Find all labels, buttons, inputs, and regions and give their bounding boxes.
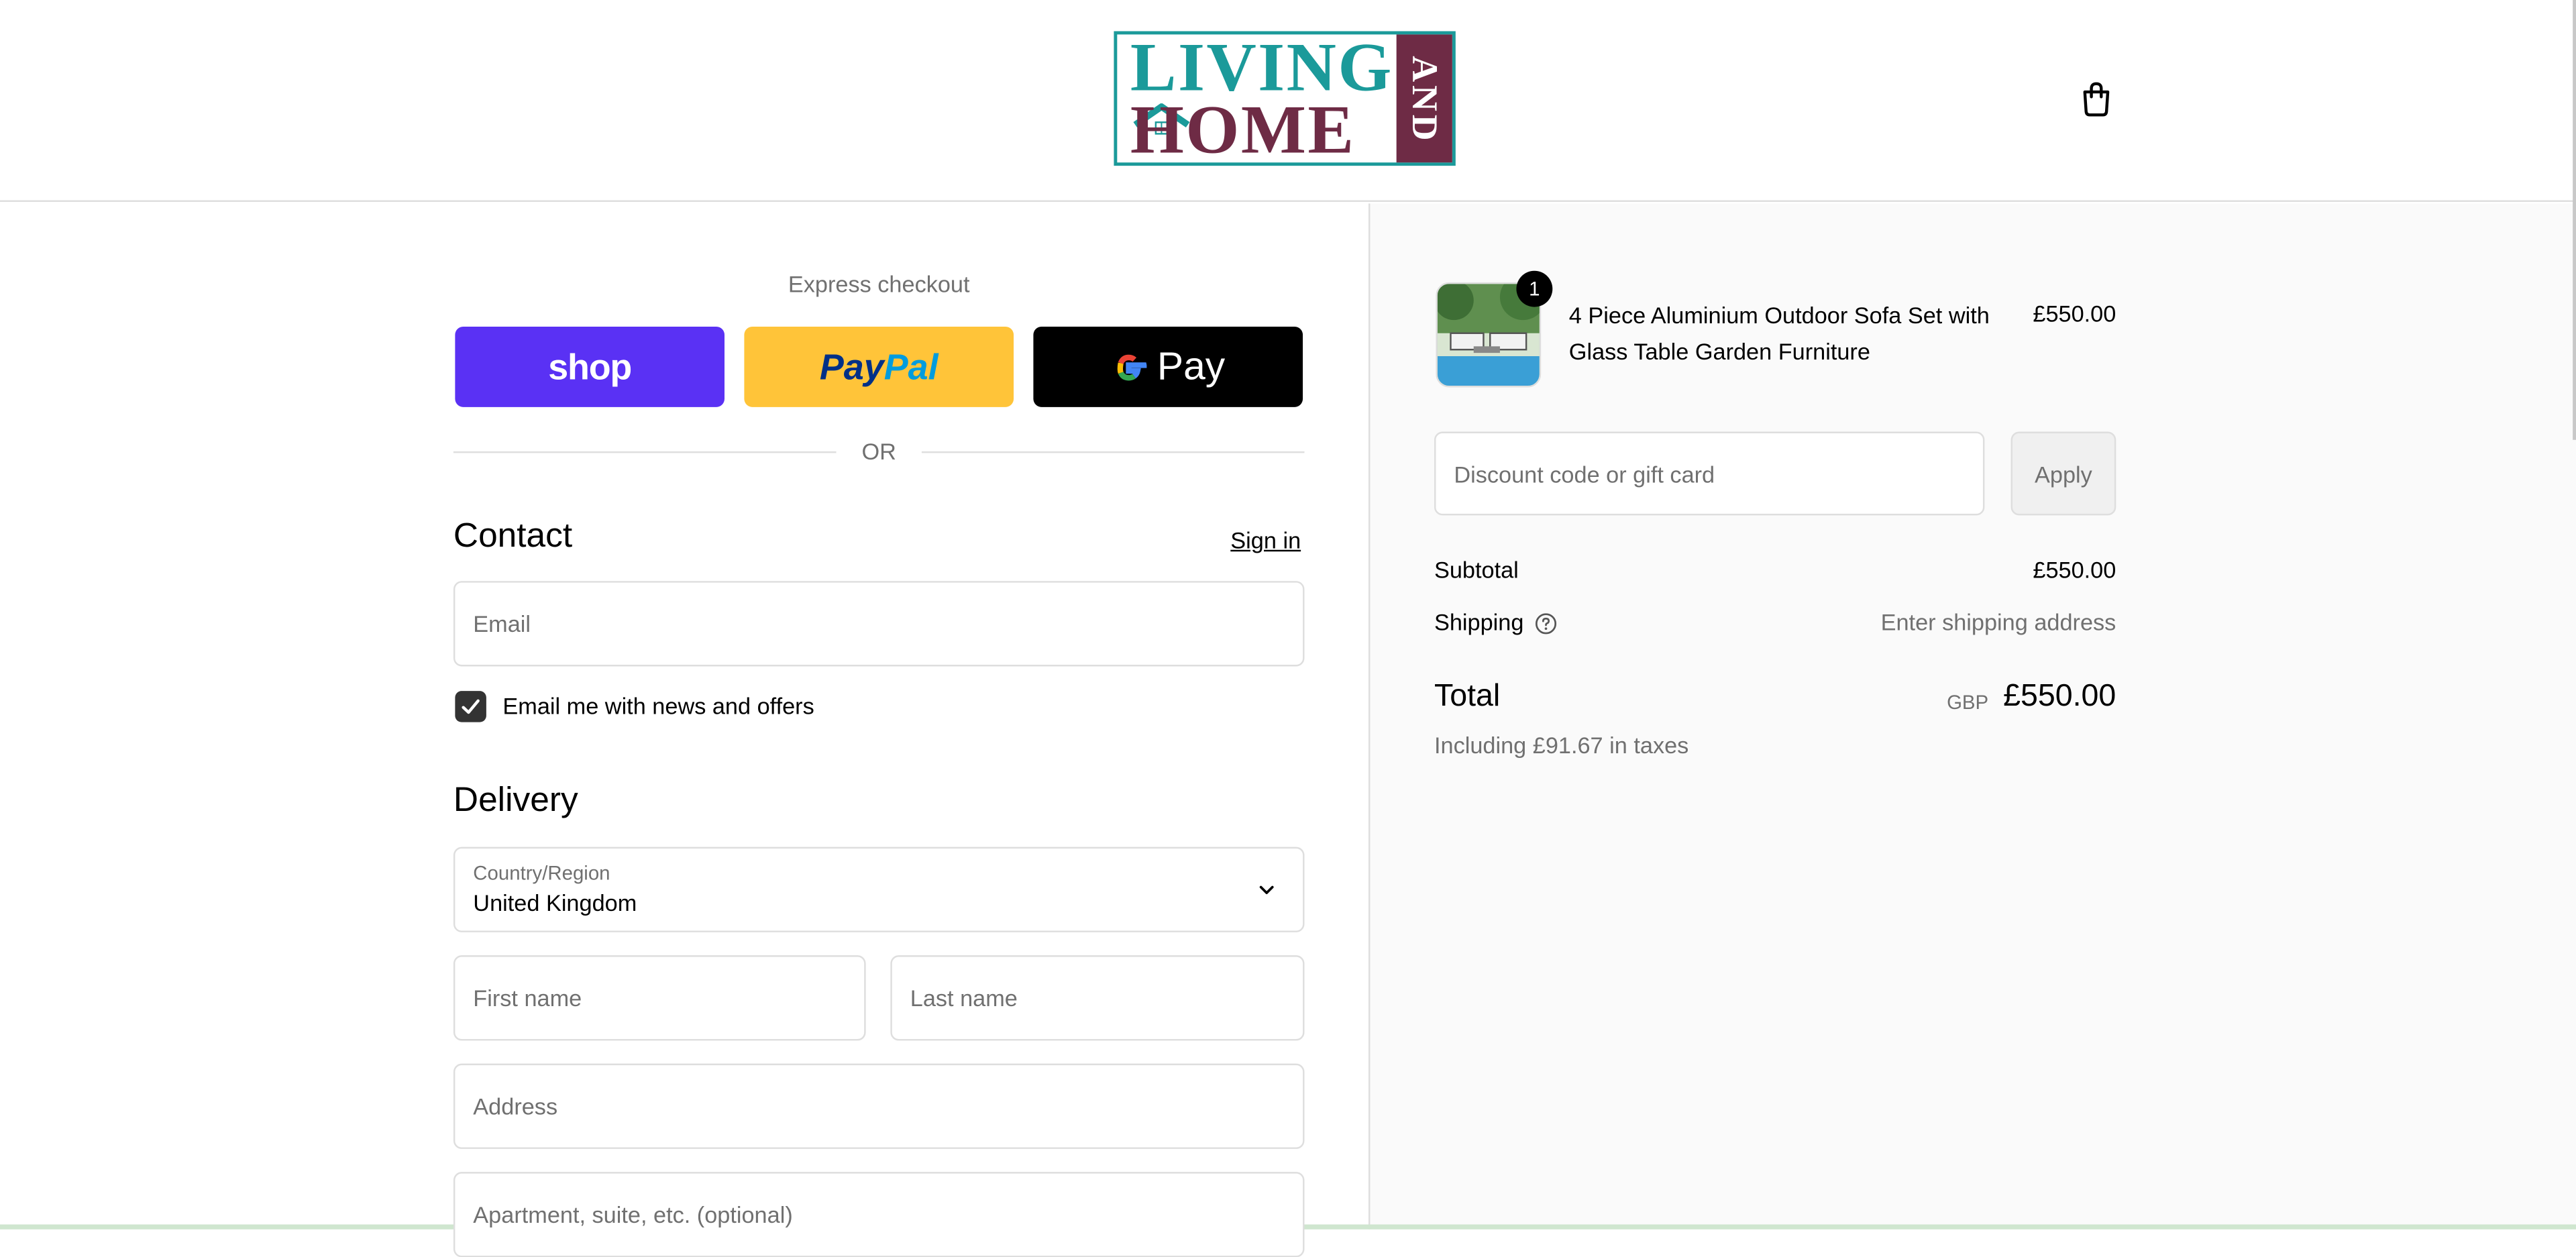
or-divider-left	[453, 451, 837, 453]
express-checkout-title: Express checkout	[788, 270, 970, 297]
tax-note: Including £91.67 in taxes	[1434, 732, 1689, 759]
logo-word-and: AND	[1396, 34, 1452, 163]
google-g-icon	[1118, 353, 1148, 380]
apartment-field[interactable]	[453, 1172, 1305, 1257]
chevron-down-icon	[1259, 885, 1274, 895]
paypal-label-pay: Pay	[819, 345, 884, 387]
discount-code-field[interactable]	[1434, 431, 1985, 516]
first-name-field[interactable]	[453, 955, 866, 1041]
delivery-title: Delivery	[453, 781, 578, 820]
logo-word-home: HOME	[1130, 93, 1356, 166]
store-logo[interactable]: LIVING HOME AND	[1114, 31, 1456, 166]
quantity-badge: 1	[1516, 270, 1553, 307]
header: LIVING HOME AND	[0, 0, 2576, 202]
or-divider-right	[921, 451, 1305, 453]
shipping-label: Shipping	[1434, 608, 1524, 635]
shopping-bag-icon[interactable]	[2077, 78, 2116, 118]
country-select-label: Country/Region	[473, 861, 610, 885]
subtotal-label: Subtotal	[1434, 556, 1519, 583]
shop-pay-label: shop	[548, 345, 632, 387]
newsletter-label: Email me with news and offers	[502, 692, 814, 719]
product-price: £550.00	[2033, 300, 2116, 327]
contact-title: Contact	[453, 516, 573, 555]
country-select-value: United Kingdom	[473, 889, 637, 916]
paypal-label-pal: Pal	[883, 345, 938, 387]
product-name: 4 Piece Aluminium Outdoor Sofa Set with …	[1568, 302, 1990, 365]
newsletter-checkbox[interactable]	[455, 691, 486, 722]
shipping-value: Enter shipping address	[1880, 608, 2116, 635]
country-select[interactable]: Country/Region United Kingdom	[453, 846, 1305, 932]
checkmark-icon	[462, 699, 480, 714]
last-name-field[interactable]	[890, 955, 1305, 1041]
paypal-button[interactable]: Pay Pal	[744, 326, 1014, 407]
checkout-page: LIVING HOME AND Express checkout shop Pa…	[0, 0, 2576, 1257]
apply-discount-button[interactable]: Apply	[2010, 431, 2116, 516]
address-field[interactable]	[453, 1063, 1305, 1149]
google-pay-button[interactable]: Pay	[1033, 326, 1303, 407]
help-circle-icon[interactable]	[1534, 612, 1557, 635]
shop-pay-button[interactable]: shop	[455, 326, 725, 407]
subtotal-value: £550.00	[2033, 556, 2116, 583]
google-pay-label: Pay	[1157, 343, 1226, 388]
scrollbar[interactable]	[2573, 0, 2576, 440]
email-field[interactable]	[453, 581, 1305, 667]
total-value: £550.00	[2003, 679, 2116, 714]
total-label: Total	[1434, 679, 1501, 714]
sign-in-link[interactable]: Sign in	[1230, 527, 1301, 553]
or-divider-text: OR	[861, 438, 896, 465]
currency-code: GBP	[1947, 691, 1989, 714]
